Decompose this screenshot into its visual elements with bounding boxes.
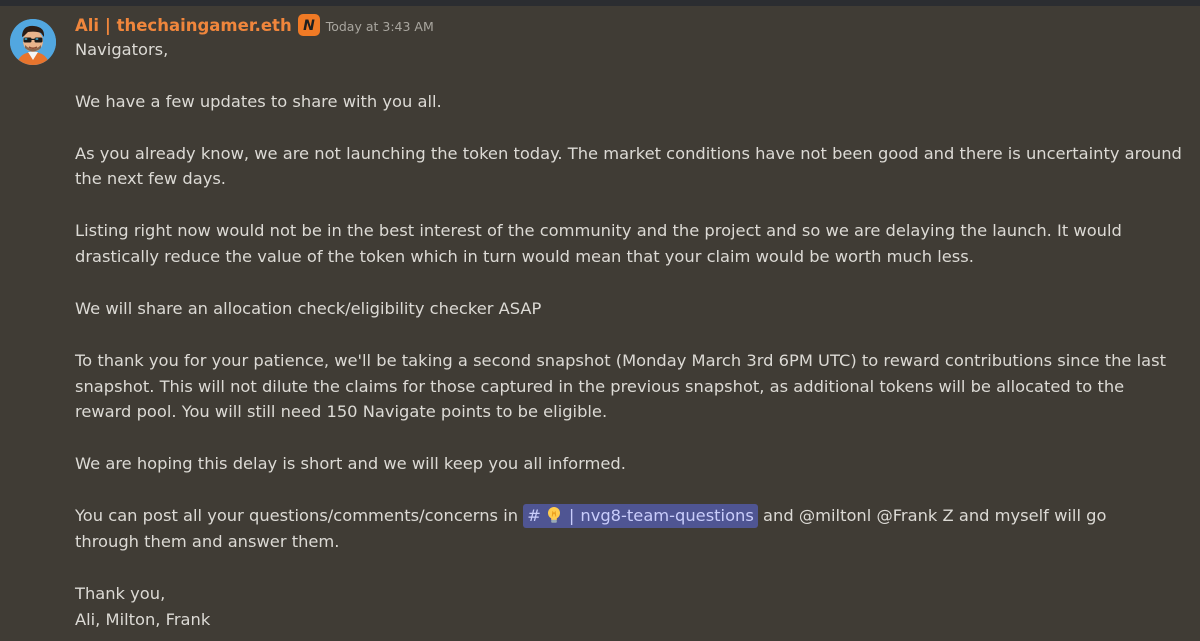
mention-miltonl[interactable]: @miltonl bbox=[799, 506, 871, 525]
avatar[interactable] bbox=[10, 19, 56, 65]
paragraph-listing-line-1: Listing right now would not be in the be… bbox=[75, 221, 1122, 241]
svg-text:N: N bbox=[303, 18, 315, 33]
channel-separator: | bbox=[568, 506, 575, 526]
author-name[interactable]: Ali | thechaingamer.eth bbox=[75, 16, 292, 35]
paragraph-token-line-1: As you already know, we are not launchin… bbox=[75, 143, 1182, 163]
channel-hash-icon: # bbox=[527, 506, 541, 526]
paragraph-checker: We will share an allocation check/eligib… bbox=[75, 298, 542, 318]
paragraph-updates: We have a few updates to share with you … bbox=[75, 91, 442, 111]
message-header: Ali | thechaingamer.eth N Today at 3:43 … bbox=[75, 13, 434, 37]
message-timestamp[interactable]: Today at 3:43 AM bbox=[326, 19, 434, 34]
questions-suffix-text: and myself will go bbox=[958, 506, 1107, 526]
paragraph-snapshot-line-1: To thank you for your patience, we'll be… bbox=[75, 350, 1166, 370]
lightbulb-icon bbox=[547, 506, 561, 531]
paragraph-token-line-2: the next few days. bbox=[75, 169, 226, 189]
greeting-text: Navigators, bbox=[75, 40, 169, 59]
paragraph-listing-line-2: drastically reduce the value of the toke… bbox=[75, 247, 974, 267]
paragraph-questions-line-2: through them and answer them. bbox=[75, 531, 340, 551]
paragraph-snapshot-line-3: reward pool. You will still need 150 Nav… bbox=[75, 402, 608, 422]
avatar-illustration bbox=[10, 19, 56, 65]
chat-message: Ali | thechaingamer.eth N Today at 3:43 … bbox=[0, 6, 1200, 641]
paragraph-snapshot-line-2: snapshot. This will not dilute the claim… bbox=[75, 376, 1125, 396]
role-badge-letter: N bbox=[303, 18, 315, 33]
and-text: and bbox=[763, 506, 794, 526]
signoff-thanks: Thank you, bbox=[75, 583, 166, 603]
role-badge-icon[interactable]: N bbox=[297, 14, 320, 36]
channel-name: nvg8-team-questions bbox=[580, 506, 754, 526]
paragraph-questions-line-1: You can post all your questions/comments… bbox=[75, 503, 1175, 529]
signoff-names: Ali, Milton, Frank bbox=[75, 609, 211, 629]
questions-prefix-text: You can post all your questions/comments… bbox=[75, 506, 519, 526]
mention-frank-z[interactable]: @Frank Z bbox=[876, 506, 953, 525]
paragraph-delay: We are hoping this delay is short and we… bbox=[75, 454, 626, 474]
channel-mention[interactable]: # | nvg8-team-questions bbox=[523, 504, 758, 531]
message-content: Navigators, We have a few updates to sha… bbox=[75, 37, 1182, 632]
